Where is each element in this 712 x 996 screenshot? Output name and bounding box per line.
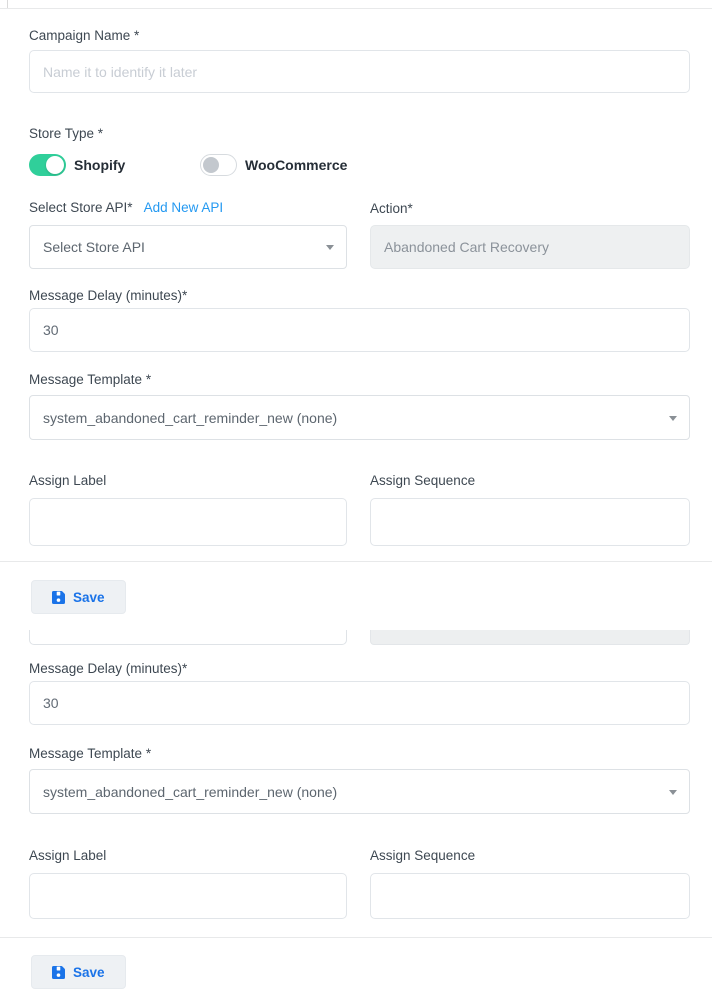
chevron-down-icon <box>669 790 677 795</box>
message-delay-label: Message Delay (minutes)* <box>29 288 690 303</box>
assign-label-row: Assign Label Assign Sequence <box>29 847 690 865</box>
add-new-api-link[interactable]: Add New API <box>144 200 224 215</box>
save-button-label: Save <box>73 590 105 605</box>
message-template-label: Message Template * <box>29 372 690 387</box>
card-left-border <box>7 0 8 8</box>
clipped-store-api-select[interactable] <box>29 630 347 645</box>
message-template-label: Message Template * <box>29 746 690 761</box>
form-card-2: Message Delay (minutes)* Message Templat… <box>0 630 712 919</box>
toggle-knob <box>203 157 219 173</box>
message-template-select-2[interactable]: system_abandoned_cart_reminder_new (none… <box>29 769 690 814</box>
form-1-footer: Save <box>0 580 712 614</box>
assign-sequence-label: Assign Sequence <box>370 848 475 863</box>
save-button-label: Save <box>73 965 105 980</box>
clipped-action-field <box>370 630 690 645</box>
chevron-down-icon <box>326 245 334 250</box>
assign-sequence-input-2[interactable] <box>370 873 690 919</box>
toggle-knob <box>46 156 64 174</box>
store-api-label: Select Store API* <box>29 200 133 215</box>
assign-sequence-label: Assign Sequence <box>370 473 475 488</box>
message-template-select[interactable]: system_abandoned_cart_reminder_new (none… <box>29 395 690 440</box>
store-api-select-value: Select Store API <box>43 239 145 255</box>
woocommerce-toggle-label: WooCommerce <box>245 157 347 173</box>
api-action-label-row: Select Store API* Add New API Action* <box>29 200 690 218</box>
save-button[interactable]: Save <box>31 580 126 614</box>
clipped-field-row <box>29 630 690 645</box>
save-button-2[interactable]: Save <box>31 955 126 989</box>
store-type-toggles: Shopify WooCommerce <box>29 153 690 177</box>
message-delay-input[interactable] <box>29 308 690 352</box>
woocommerce-toggle-group: WooCommerce <box>200 154 347 176</box>
shopify-toggle[interactable] <box>29 154 66 176</box>
shopify-toggle-group: Shopify <box>29 154 200 176</box>
campaign-form-page: Campaign Name * Store Type * Shopify Woo… <box>0 0 712 996</box>
card-top-edge <box>0 0 712 8</box>
assign-field-row <box>29 498 690 546</box>
assign-sequence-input[interactable] <box>370 498 690 546</box>
assign-label-label: Assign Label <box>29 473 106 488</box>
assign-label-label: Assign Label <box>29 848 106 863</box>
save-icon <box>52 966 65 979</box>
chevron-down-icon <box>669 416 677 421</box>
message-delay-input-2[interactable] <box>29 681 690 725</box>
card-footer-divider <box>0 937 712 938</box>
store-api-select[interactable]: Select Store API <box>29 225 347 269</box>
campaign-name-input[interactable] <box>29 50 690 93</box>
api-action-field-row: Select Store API <box>29 225 690 269</box>
action-input <box>370 225 690 269</box>
form-card-1: Campaign Name * Store Type * Shopify Woo… <box>0 28 712 546</box>
assign-field-row <box>29 873 690 919</box>
top-divider <box>0 8 712 9</box>
form-2-footer: Save <box>0 955 712 989</box>
assign-label-input-2[interactable] <box>29 873 347 919</box>
message-delay-label: Message Delay (minutes)* <box>29 661 690 676</box>
save-icon <box>52 591 65 604</box>
campaign-name-label: Campaign Name * <box>29 28 690 43</box>
action-label: Action* <box>370 201 413 216</box>
message-template-select-value: system_abandoned_cart_reminder_new (none… <box>43 410 337 426</box>
shopify-toggle-label: Shopify <box>74 157 125 173</box>
store-type-label: Store Type * <box>29 126 690 141</box>
card-footer-divider <box>0 561 712 562</box>
assign-label-input[interactable] <box>29 498 347 546</box>
message-template-select-value: system_abandoned_cart_reminder_new (none… <box>43 784 337 800</box>
assign-label-row: Assign Label Assign Sequence <box>29 472 690 490</box>
woocommerce-toggle[interactable] <box>200 154 237 176</box>
